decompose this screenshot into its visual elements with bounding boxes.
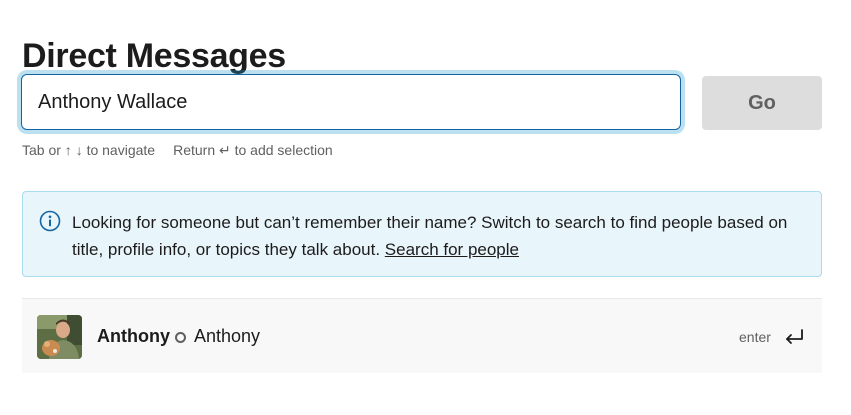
keyboard-hint: Tab or ↑ ↓ to navigate Return ↵ to add se… (22, 142, 333, 159)
info-icon (39, 210, 61, 232)
result-row[interactable]: Anthony Anthony enter (22, 298, 822, 373)
info-banner: Looking for someone but can’t remember t… (22, 191, 822, 277)
go-button[interactable]: Go (702, 76, 822, 130)
result-display-name: Anthony (194, 326, 261, 346)
avatar (37, 315, 82, 359)
return-arrow-icon (786, 329, 803, 344)
search-for-people-link[interactable]: Search for people (385, 240, 519, 259)
selection-hint: Return ↵ to add selection (173, 142, 333, 158)
search-input[interactable] (38, 90, 658, 114)
presence-indicator (175, 332, 186, 343)
navigate-hint: Tab or ↑ ↓ to navigate (22, 142, 156, 158)
search-field[interactable] (21, 74, 681, 130)
result-name: Anthony (97, 326, 170, 346)
info-text-block: Looking for someone but can’t remember t… (72, 209, 802, 263)
enter-hint: enter (739, 329, 771, 345)
page-title: Direct Messages (22, 36, 286, 75)
